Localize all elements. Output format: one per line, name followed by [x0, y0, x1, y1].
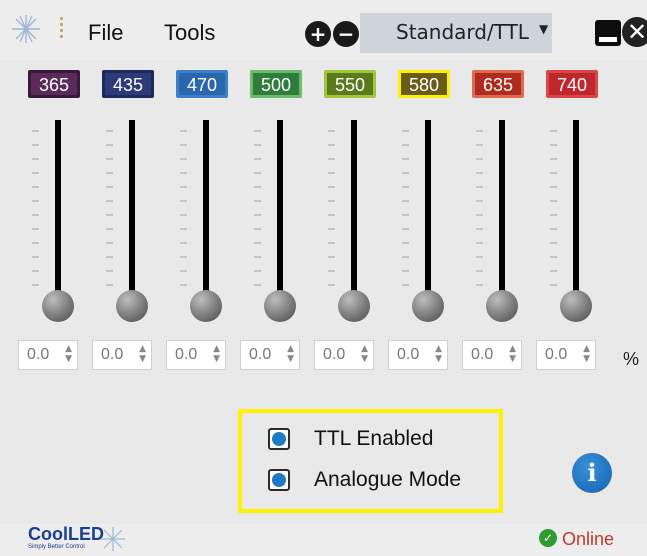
intensity-slider-knob[interactable]: [116, 290, 148, 322]
intensity-slider-track[interactable]: [499, 120, 505, 302]
intensity-value: 0.0: [323, 346, 346, 363]
wavelength-badge: 500: [250, 70, 302, 98]
status-bar: CoolLED Simply Better Control ✓ Online: [0, 524, 647, 556]
intensity-slider-knob[interactable]: [264, 290, 296, 322]
intensity-value: 0.0: [545, 346, 568, 363]
brand-name: CoolLED: [28, 524, 104, 544]
wavelength-badge: 470: [176, 70, 228, 98]
ttl-options-highlight: TTL Enabled Analogue Mode: [238, 409, 503, 513]
connection-status: Online: [562, 529, 615, 549]
spin-arrows-icon[interactable]: ▲ ▼: [435, 344, 442, 364]
slider-ticks: [32, 130, 39, 298]
spin-arrows-icon[interactable]: ▲ ▼: [583, 344, 590, 364]
analogue-mode-label[interactable]: Analogue Mode: [314, 468, 461, 492]
slider-ticks: [106, 130, 113, 298]
spin-arrows-icon[interactable]: ▲ ▼: [65, 344, 72, 364]
check-circle-icon: ✓: [539, 529, 557, 547]
intensity-slider-track[interactable]: [203, 120, 209, 302]
slider-ticks: [328, 130, 335, 298]
menu-tools[interactable]: Tools: [164, 20, 215, 46]
intensity-value: 0.0: [27, 346, 50, 363]
intensity-value: 0.0: [175, 346, 198, 363]
intensity-slider-knob[interactable]: [412, 290, 444, 322]
intensity-slider-knob[interactable]: [190, 290, 222, 322]
minus-circle-icon[interactable]: −: [333, 21, 359, 47]
intensity-slider-knob[interactable]: [338, 290, 370, 322]
analogue-mode-checkbox[interactable]: [268, 469, 290, 491]
slider-ticks: [550, 130, 557, 298]
intensity-value: 0.0: [249, 346, 272, 363]
ttl-enabled-checkbox[interactable]: [268, 428, 290, 450]
menu-file[interactable]: File: [88, 20, 123, 46]
intensity-value: 0.0: [101, 346, 124, 363]
title-bar: File Tools + − Standard/TTL ▼ ✕: [0, 0, 647, 60]
intensity-value: 0.0: [471, 346, 494, 363]
intensity-value: 0.0: [397, 346, 420, 363]
intensity-spinbox[interactable]: 0.0 ▲ ▼: [462, 340, 522, 370]
plus-circle-icon[interactable]: +: [305, 21, 331, 47]
minimize-icon[interactable]: [595, 20, 621, 46]
wavelength-badge: 740: [546, 70, 598, 98]
intensity-spinbox[interactable]: 0.0 ▲ ▼: [92, 340, 152, 370]
brand-star-icon: [101, 527, 125, 551]
spin-arrows-icon[interactable]: ▲ ▼: [139, 344, 146, 364]
intensity-slider-knob[interactable]: [42, 290, 74, 322]
intensity-slider-track[interactable]: [573, 120, 579, 302]
slider-ticks: [180, 130, 187, 298]
intensity-spinbox[interactable]: 0.0 ▲ ▼: [166, 340, 226, 370]
chevron-down-icon: ▼: [539, 22, 549, 36]
intensity-slider-knob[interactable]: [486, 290, 518, 322]
wavelength-badge: 365: [28, 70, 80, 98]
info-icon[interactable]: i: [572, 453, 612, 493]
intensity-slider-track[interactable]: [277, 120, 283, 302]
intensity-slider-knob[interactable]: [560, 290, 592, 322]
intensity-slider-track[interactable]: [55, 120, 61, 302]
intensity-spinbox[interactable]: 0.0 ▲ ▼: [240, 340, 300, 370]
drag-grip-icon[interactable]: [60, 17, 64, 43]
percent-unit-label: %: [623, 349, 640, 369]
intensity-spinbox[interactable]: 0.0 ▲ ▼: [388, 340, 448, 370]
intensity-spinbox[interactable]: 0.0 ▲ ▼: [536, 340, 596, 370]
wavelength-badge: 435: [102, 70, 154, 98]
ttl-enabled-label[interactable]: TTL Enabled: [314, 427, 433, 451]
intensity-spinbox[interactable]: 0.0 ▲ ▼: [314, 340, 374, 370]
intensity-spinbox[interactable]: 0.0 ▲ ▼: [18, 340, 78, 370]
close-icon[interactable]: ✕: [622, 17, 647, 47]
intensity-slider-track[interactable]: [425, 120, 431, 302]
spin-arrows-icon[interactable]: ▲ ▼: [213, 344, 220, 364]
wavelength-badge: 550: [324, 70, 376, 98]
coolled-brand-logo: CoolLED Simply Better Control: [28, 524, 104, 550]
slider-ticks: [476, 130, 483, 298]
mode-dropdown[interactable]: Standard/TTL ▼: [360, 13, 552, 53]
coolled-star-logo-icon: [12, 15, 40, 43]
slider-ticks: [402, 130, 409, 298]
spin-arrows-icon[interactable]: ▲ ▼: [361, 344, 368, 364]
brand-tagline: Simply Better Control: [28, 544, 85, 550]
spin-arrows-icon[interactable]: ▲ ▼: [509, 344, 516, 364]
wavelength-badge: 580: [398, 70, 450, 98]
spin-arrows-icon[interactable]: ▲ ▼: [287, 344, 294, 364]
intensity-slider-track[interactable]: [129, 120, 135, 302]
wavelength-badge: 635: [472, 70, 524, 98]
mode-selected-value: Standard/TTL: [396, 20, 529, 44]
slider-ticks: [254, 130, 261, 298]
intensity-slider-track[interactable]: [351, 120, 357, 302]
